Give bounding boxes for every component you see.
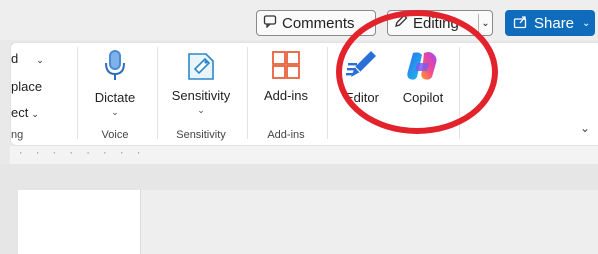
add-ins-button[interactable]: Add-ins: [255, 49, 317, 103]
replace-item[interactable]: place: [11, 79, 42, 94]
ribbon: d ⌄ place ect ⌄ ng Dictate ⌄ Voice Sensiti…: [10, 42, 598, 146]
ribbon-partial-item[interactable]: d ⌄: [11, 51, 44, 66]
divider: [247, 47, 248, 139]
chevron-down-icon[interactable]: ⌄: [197, 105, 205, 116]
grid-icon: [270, 49, 302, 84]
document-page[interactable]: [18, 190, 140, 254]
horizontal-ruler: · · · · · · · ·: [10, 146, 598, 164]
share-label: Share: [534, 14, 575, 32]
document-page-area: [140, 190, 598, 254]
select-item[interactable]: ect ⌄: [11, 105, 39, 120]
share-button[interactable]: Share ⌄: [505, 10, 595, 36]
divider: [157, 47, 158, 139]
group-label-editing: ng: [11, 129, 24, 141]
comments-label: Comments: [282, 14, 355, 32]
title-bar: Comments Editing ⌄ Share ⌄: [0, 0, 598, 40]
dictate-button[interactable]: Dictate ⌄: [87, 49, 143, 118]
chevron-down-icon[interactable]: ⌄: [478, 14, 492, 32]
highlight-circle-annotation: [336, 10, 498, 134]
add-ins-label: Add-ins: [263, 88, 309, 103]
sensitivity-label-icon: [186, 49, 216, 84]
group-label-add-ins: Add-ins: [267, 129, 305, 141]
sensitivity-button[interactable]: Sensitivity ⌄: [163, 49, 239, 116]
microphone-icon: [103, 49, 127, 86]
chevron-down-icon[interactable]: ⌄: [582, 18, 590, 29]
group-label-sensitivity: Sensitivity: [176, 129, 226, 141]
group-label-voice: Voice: [101, 129, 129, 141]
ruler-marks: · · · · · · · ·: [18, 149, 145, 159]
divider: [77, 47, 78, 139]
dictate-label: Dictate: [94, 90, 136, 105]
share-icon: [513, 14, 528, 33]
divider: [327, 47, 328, 139]
chevron-down-icon[interactable]: ⌄: [580, 121, 590, 135]
chevron-down-icon: ⌄: [31, 109, 39, 119]
comment-icon: [263, 14, 277, 32]
sensitivity-label: Sensitivity: [171, 88, 231, 103]
chevron-down-icon[interactable]: ⌄: [111, 107, 119, 118]
chevron-down-icon: ⌄: [36, 55, 44, 65]
